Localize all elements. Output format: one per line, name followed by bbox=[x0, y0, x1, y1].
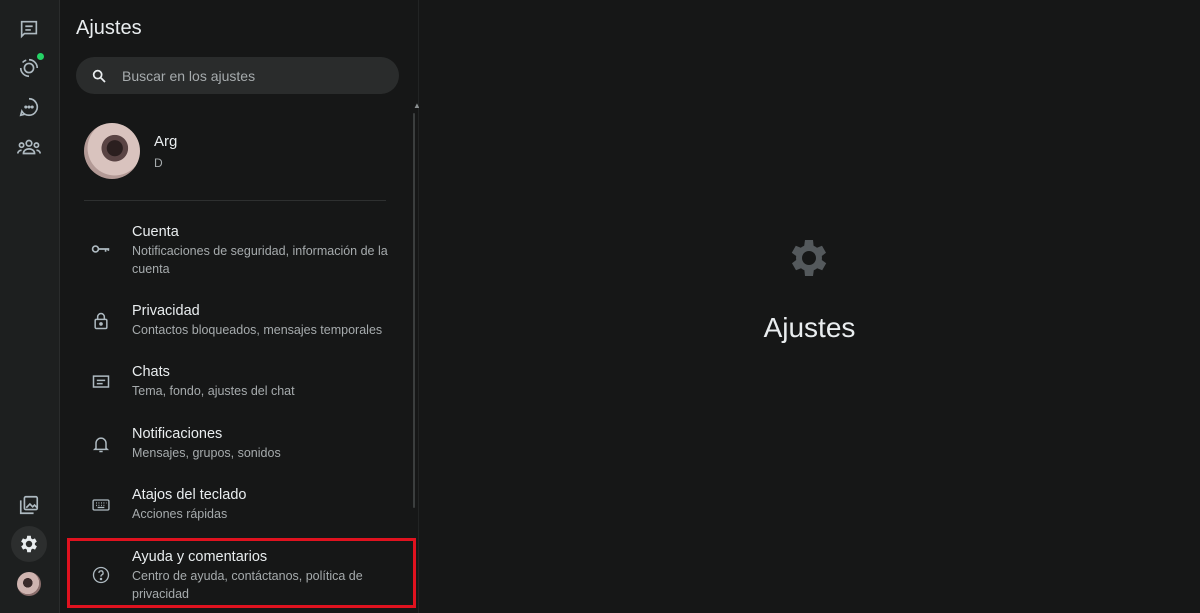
status-unread-dot bbox=[37, 53, 44, 60]
menu-item-subtitle: Acciones rápidas bbox=[132, 507, 228, 521]
search-bar[interactable] bbox=[76, 57, 399, 94]
menu-item-title: Notificaciones bbox=[132, 426, 223, 442]
chat-icon bbox=[90, 371, 112, 393]
scroll-thumb[interactable] bbox=[413, 113, 415, 508]
menu-item-subtitle: Contactos bloqueados, mensajes temporale… bbox=[132, 323, 383, 337]
profile-name: Arg bbox=[154, 132, 178, 150]
profile-avatar bbox=[84, 123, 140, 179]
menu-item-title: Cuenta bbox=[132, 224, 179, 240]
menu-item-subtitle: Mensajes, grupos, sonidos bbox=[132, 446, 281, 460]
search-input[interactable] bbox=[120, 66, 384, 85]
settings-button[interactable] bbox=[11, 526, 47, 562]
gear-icon bbox=[791, 240, 827, 276]
lock-icon bbox=[90, 310, 112, 332]
nav-rail bbox=[0, 0, 60, 613]
main-title: Ajustes bbox=[763, 312, 856, 343]
menu-item-title: Chats bbox=[132, 364, 170, 380]
panel-scrollbar[interactable]: ▲ bbox=[413, 102, 421, 508]
page-title: Ajustes bbox=[76, 17, 142, 39]
menu-item-privacy[interactable]: Privacidad Contactos bloqueados, mensaje… bbox=[76, 302, 406, 342]
chats-icon bbox=[20, 20, 38, 39]
status-button[interactable] bbox=[11, 50, 47, 86]
menu-item-subtitle: Notificaciones de seguridad, información… bbox=[132, 244, 388, 276]
communities-button[interactable] bbox=[11, 129, 47, 165]
settings-panel: Ajustes Arg D Cuenta Notificaciones de s… bbox=[60, 0, 419, 613]
status-icon bbox=[19, 58, 39, 78]
avatar bbox=[17, 572, 41, 596]
menu-item-shortcuts[interactable]: Atajos del teclado Acciones rápidas bbox=[76, 486, 406, 526]
profile-card[interactable]: Arg D bbox=[84, 123, 384, 179]
search-icon bbox=[92, 69, 106, 83]
menu-item-title: Atajos del teclado bbox=[132, 487, 247, 503]
profile-status: D bbox=[154, 155, 163, 170]
highlight-box bbox=[67, 538, 416, 608]
media-icon bbox=[19, 495, 39, 515]
menu-item-account[interactable]: Cuenta Notificaciones de seguridad, info… bbox=[76, 223, 406, 279]
profile-button[interactable] bbox=[11, 566, 47, 602]
chats-button[interactable] bbox=[11, 11, 47, 47]
media-button[interactable] bbox=[11, 487, 47, 523]
main-content: Ajustes bbox=[419, 0, 1200, 613]
channels-icon bbox=[19, 97, 39, 117]
channels-button[interactable] bbox=[11, 89, 47, 125]
communities-icon bbox=[17, 139, 41, 155]
menu-item-subtitle: Tema, fondo, ajustes del chat bbox=[132, 384, 295, 398]
keyboard-icon bbox=[90, 494, 112, 516]
key-icon bbox=[90, 238, 112, 260]
menu-item-chats[interactable]: Chats Tema, fondo, ajustes del chat bbox=[76, 363, 406, 403]
menu-item-title: Privacidad bbox=[132, 303, 200, 319]
menu-item-notifications[interactable]: Notificaciones Mensajes, grupos, sonidos bbox=[76, 425, 406, 465]
settings-icon bbox=[21, 535, 37, 553]
bell-icon bbox=[90, 433, 112, 455]
divider bbox=[84, 200, 386, 201]
